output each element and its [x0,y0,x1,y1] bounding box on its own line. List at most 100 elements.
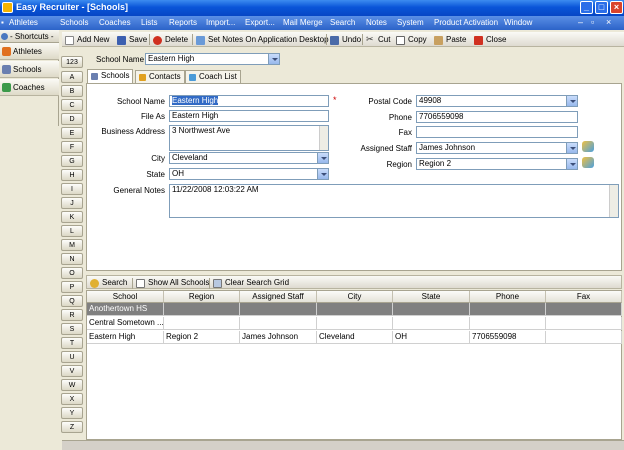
alpha-button-j[interactable]: J [61,197,83,209]
save-button[interactable]: Save [117,33,147,46]
paste-button[interactable]: Paste [434,33,466,46]
alpha-button-d[interactable]: D [61,113,83,125]
edit-region-icon[interactable] [582,157,594,168]
business-address-input[interactable]: 3 Northwest Ave [169,125,329,151]
menu-export[interactable]: Export... [245,18,275,27]
edit-staff-icon[interactable] [582,141,594,152]
menu-search[interactable]: Search [330,18,355,27]
mdi-minimize-icon[interactable]: – [578,17,583,27]
alpha-button-h[interactable]: H [61,169,83,181]
chevron-down-icon[interactable] [317,153,328,163]
notes-scrollbar[interactable] [609,185,618,217]
column-header-region[interactable]: Region [164,291,240,303]
chevron-down-icon[interactable] [566,96,577,106]
alpha-button-a[interactable]: A [61,71,83,83]
state-dropdown[interactable]: OH [169,168,329,180]
phone-input[interactable]: 7706559098 [416,111,578,123]
alpha-button-123[interactable]: 123 [61,56,83,68]
tab-coach-list[interactable]: Coach List [185,70,241,83]
menu-coaches[interactable]: Coaches [99,18,131,27]
menu-lists[interactable]: Lists [141,18,157,27]
menu-schools[interactable]: Schools [60,18,88,27]
alpha-button-n[interactable]: N [61,253,83,265]
menu-import[interactable]: Import... [206,18,235,27]
menu-reports[interactable]: Reports [169,18,197,27]
address-scrollbar[interactable] [319,126,328,150]
alpha-button-u[interactable]: U [61,351,83,363]
tab-contacts[interactable]: Contacts [135,70,185,83]
copy-icon [396,36,405,45]
column-header-school[interactable]: School [87,291,164,303]
alpha-button-b[interactable]: B [61,85,83,97]
alpha-button-z[interactable]: Z [61,421,83,433]
undo-button[interactable]: Undo [330,33,361,46]
alpha-button-k[interactable]: K [61,211,83,223]
mdi-close-icon[interactable]: × [606,17,611,27]
search-button[interactable]: Search [90,276,127,289]
clear-search-grid-button[interactable]: Clear Search Grid [213,276,289,289]
assigned-staff-dropdown[interactable]: James Johnson [416,142,578,154]
alpha-button-l[interactable]: L [61,225,83,237]
alpha-button-e[interactable]: E [61,127,83,139]
alpha-button-p[interactable]: P [61,281,83,293]
alpha-button-i[interactable]: I [61,183,83,195]
chevron-down-icon[interactable] [566,143,577,153]
fax-input[interactable] [416,126,578,138]
file-as-input[interactable]: Eastern High [169,110,329,122]
chevron-down-icon[interactable] [566,159,577,169]
menu-system[interactable]: System [397,18,424,27]
alpha-button-s[interactable]: S [61,323,83,335]
menu-notes[interactable]: Notes [366,18,387,27]
column-header-assigned-staff[interactable]: Assigned Staff [240,291,317,303]
alpha-button-f[interactable]: F [61,141,83,153]
table-row[interactable]: Anothertown HS [87,303,622,316]
school-name-input[interactable]: Eastern High [169,95,329,107]
cut-button[interactable]: ✂ Cut [366,33,390,46]
general-notes-input[interactable]: 11/22/2008 12:03:22 AM [169,184,619,218]
menu-icon[interactable]: ▪ [1,18,4,27]
column-header-state[interactable]: State [393,291,470,303]
alpha-button-x[interactable]: X [61,393,83,405]
menu-mail-merge[interactable]: Mail Merge [283,18,323,27]
alpha-button-v[interactable]: V [61,365,83,377]
alpha-button-o[interactable]: O [61,267,83,279]
school-selector-dropdown[interactable]: Eastern High [145,53,280,65]
alpha-button-g[interactable]: G [61,155,83,167]
column-header-phone[interactable]: Phone [470,291,546,303]
menu-athletes[interactable]: Athletes [9,18,38,27]
tab-schools[interactable]: Schools [87,69,134,83]
postal-code-dropdown[interactable]: 49908 [416,95,578,107]
menu-product-activation[interactable]: Product Activation [434,18,498,27]
chevron-down-icon[interactable] [268,54,279,64]
add-new-button[interactable]: Add New [65,33,109,46]
delete-button[interactable]: Delete [153,33,188,46]
alpha-button-c[interactable]: C [61,99,83,111]
sidebar-item-schools[interactable]: Schools [0,61,59,78]
search-icon [90,279,99,288]
alpha-button-r[interactable]: R [61,309,83,321]
city-dropdown[interactable]: Cleveland [169,152,329,164]
phone-label: Phone [388,113,412,122]
maximize-button[interactable]: □ [595,1,608,14]
column-header-fax[interactable]: Fax [546,291,622,303]
column-header-city[interactable]: City [317,291,393,303]
alpha-button-q[interactable]: Q [61,295,83,307]
alpha-button-w[interactable]: W [61,379,83,391]
sidebar-item-coaches[interactable]: Coaches [0,79,59,96]
alpha-button-y[interactable]: Y [61,407,83,419]
alpha-button-t[interactable]: T [61,337,83,349]
show-all-schools-button[interactable]: Show All Schools [136,276,209,289]
table-row[interactable]: Eastern High Region 2 James Johnson Clev… [87,331,622,344]
alpha-button-m[interactable]: M [61,239,83,251]
region-dropdown[interactable]: Region 2 [416,158,578,170]
copy-button[interactable]: Copy [396,33,427,46]
mdi-restore-icon[interactable]: ▫ [591,17,594,27]
table-row[interactable]: Central Sometown ... [87,317,622,330]
close-button[interactable]: Close [474,33,506,46]
sidebar-item-athletes[interactable]: Athletes [0,43,59,60]
close-window-button[interactable]: × [610,1,623,14]
set-notes-button[interactable]: Set Notes On Application Desktop [196,33,329,46]
menu-window[interactable]: Window [504,18,532,27]
minimize-button[interactable]: _ [580,1,593,14]
chevron-down-icon[interactable] [317,169,328,179]
